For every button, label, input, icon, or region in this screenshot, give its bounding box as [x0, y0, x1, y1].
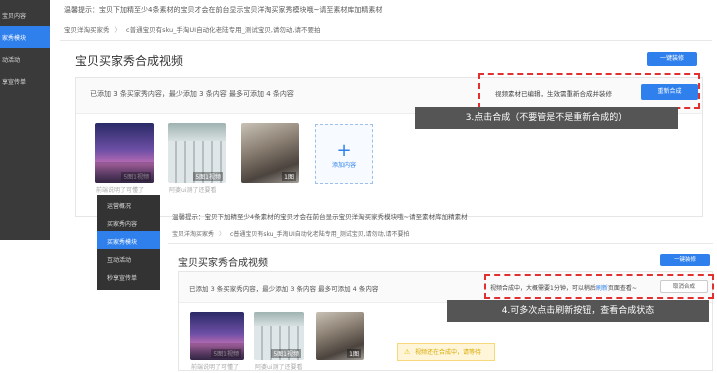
page-title: 宝贝买家秀合成视频 [75, 54, 184, 68]
added-count-text: 已添加 3 条买家秀内容，最少添加 3 条内容 最多可添加 4 条内容 [189, 285, 379, 293]
thumbnail-caption: 5图1视频 [271, 349, 301, 358]
divider [168, 243, 713, 244]
content-thumbnail[interactable]: 5图1视频 [190, 312, 244, 360]
plus-icon: + [336, 140, 352, 161]
divider [60, 40, 712, 41]
step-annotation: 4.可多次点击刷新按钮，查看合成状态 [447, 300, 709, 322]
warning-icon: ⚠ [404, 348, 411, 356]
breadcrumb-separator: 〉 [114, 26, 122, 34]
thumbnail-label: 前端说明了可懂了 [191, 364, 240, 371]
sidebar: 宝贝内容 家秀模块 动活动 享宣传单 [0, 0, 50, 240]
tip-banner: 温馨提示：宝贝下加精至少4条素材的宝贝才会在前台显示宝贝洋淘买家秀模块哦~请至素… [64, 5, 382, 15]
page-title: 宝贝买家秀合成视频 [178, 258, 268, 269]
one-key-decorate-button[interactable]: 一键装修 [647, 52, 697, 66]
breadcrumb: 宝贝洋淘买家秀〉 c普通宝贝有sku_手淘UI自动化老陆专用_测试宝贝,请勿动,请… [64, 24, 320, 34]
content-thumbnail[interactable]: 5图1视频 [254, 312, 304, 360]
thumbnail-caption: 1图 [347, 349, 361, 358]
tip-text: 宝贝下加精至少4条素材的宝贝才会在前台显示宝贝洋淘买家秀模块哦~请至素材库加精素… [204, 213, 468, 221]
sidebar-item-flyer[interactable]: 享宣传单 [0, 70, 50, 92]
sidebar-item-activity[interactable]: 动活动 [0, 48, 50, 70]
added-count-text: 已添加 3 条买家秀内容，最少添加 3 条内容 最多可添加 4 条内容 [90, 90, 294, 98]
breadcrumb-separator: 〉 [219, 231, 226, 238]
breadcrumb: 宝贝洋淘买家秀〉 c普通宝贝有sku_手淘UI自动化老陆专用_测试宝贝,请勿动,请… [172, 229, 410, 238]
breadcrumb-current: c普通宝贝有sku_手淘UI自动化老陆专用_测试宝贝,请勿动,请不要拍 [126, 26, 321, 34]
content-thumbnail[interactable]: 5图1视频 [168, 123, 226, 183]
sidebar-item-content[interactable]: 买家秀内容 [97, 213, 160, 231]
sidebar-item-flyer[interactable]: 秒享宣传单 [97, 267, 160, 285]
thumbnail-caption: 5图1视频 [121, 172, 151, 181]
thumbnail-caption: 5图1视频 [193, 172, 223, 181]
sidebar-menu: 运营概况 买家秀内容 买家秀模块 互动活动 秒享宣传单 [97, 195, 160, 290]
warning-text: 视频还在合成中，请等待 [415, 349, 482, 356]
one-key-decorate-button[interactable]: 一键装修 [660, 254, 710, 266]
add-content-label: 添加内容 [331, 162, 356, 169]
add-content-button[interactable]: + 添加内容 [315, 124, 373, 184]
sidebar-item-buyer-show-module[interactable]: 家秀模块 [0, 26, 50, 48]
tip-banner: 温馨提示：宝贝下加精至少4条素材的宝贝才会在前台显示宝贝洋淘买家秀模块哦~请至素… [172, 211, 468, 221]
synth-text-a: 视频合成中，大概需要1分钟，可以稍后 [490, 285, 596, 292]
content-thumbnail[interactable]: 1图 [316, 312, 364, 360]
content-thumbnail[interactable]: 1图 [241, 123, 299, 183]
breadcrumb-root[interactable]: 宝贝洋淘买家秀 [64, 26, 110, 34]
refresh-link[interactable]: 刷新 [596, 285, 608, 292]
regenerate-button[interactable]: 重新合成 [641, 84, 698, 100]
thumbnail-label: 阿婆ui测了还要看 [169, 187, 217, 194]
synthesizing-status-text: 视频合成中，大概需要1分钟，可以稍后刷新页面查看~ [490, 283, 637, 292]
sidebar-item-content[interactable]: 宝贝内容 [0, 4, 50, 26]
step-annotation: 3.点击合成（不要管是不是重新合成的） [415, 107, 678, 129]
sidebar-item-buyer-show-module[interactable]: 买家秀模块 [97, 231, 160, 249]
breadcrumb-root[interactable]: 宝贝洋淘买家秀 [172, 231, 214, 238]
synth-text-b: 页面查看~ [607, 285, 637, 292]
tip-label: 温馨提示： [172, 213, 205, 221]
content-thumbnail[interactable]: 5图1视频 [95, 123, 154, 183]
tip-label: 温馨提示： [64, 6, 99, 14]
thumbnail-label: 阿婆ui测了还要看 [255, 364, 303, 371]
thumbnail-label: 前端说明了可懂了 [96, 187, 145, 194]
sidebar-item-overview[interactable]: 运营概况 [97, 195, 160, 213]
breadcrumb-current: c普通宝贝有sku_手淘UI自动化老陆专用_测试宝贝,请勿动,请不要拍 [230, 231, 410, 238]
cancel-synthesis-button[interactable]: 取消合成 [660, 280, 708, 293]
synthesizing-warning: ⚠ 视频还在合成中，请等待 [397, 343, 495, 361]
thumbnail-caption: 5图1视频 [211, 349, 241, 358]
thumbnail-caption: 1图 [282, 172, 296, 181]
edited-status-text: 视频素材已编辑，生效需重新合成并装修 [495, 90, 612, 98]
tip-text: 宝贝下加精至少4条素材的宝贝才会在前台显示宝贝洋淘买家秀模块哦~请至素材库加精素… [99, 6, 383, 14]
sidebar-item-activity[interactable]: 互动活动 [97, 249, 160, 267]
